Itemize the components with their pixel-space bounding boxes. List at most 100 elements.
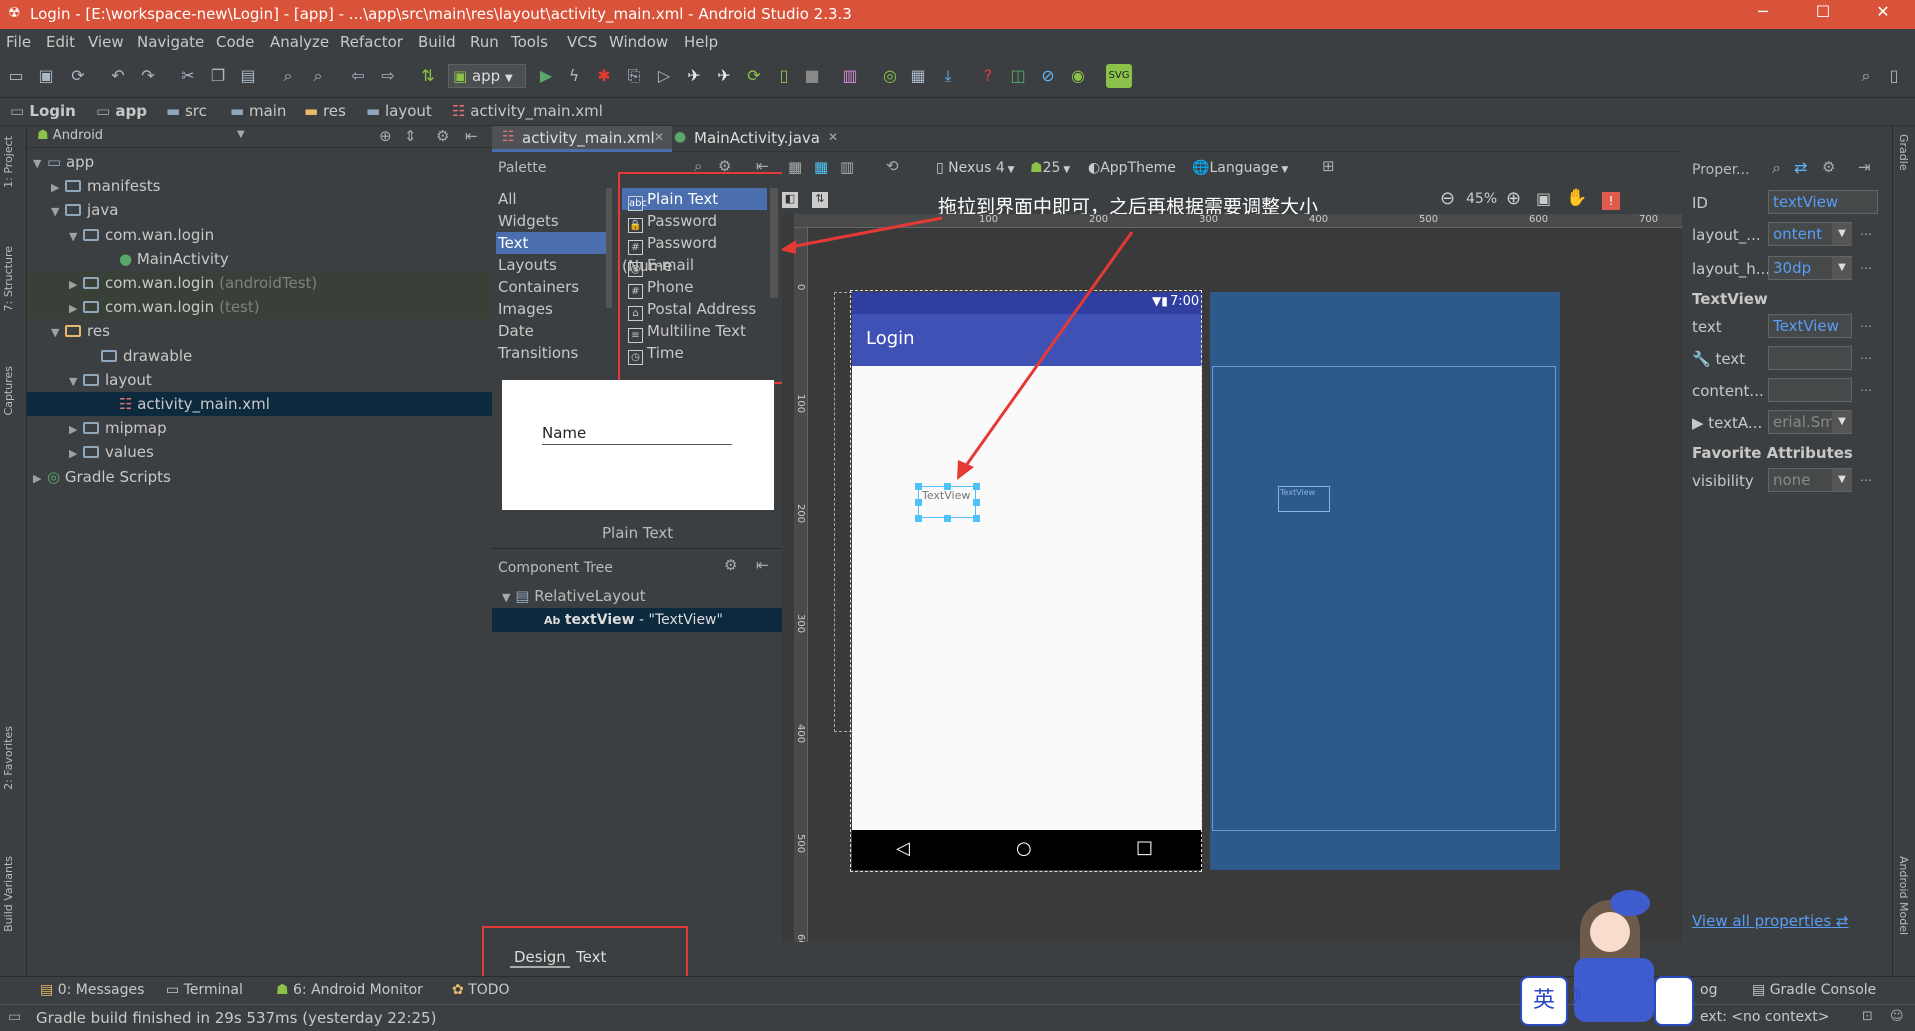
breadcrumb-login[interactable]: ▭ Login [10,102,76,120]
design-canvas[interactable]: ▦ ▦ ▥ ⟲ ▯ Nexus 4 ▼ ☗25 ▼ ◐AppTheme 🌐Lan… [782,152,1682,953]
tab-gradle-console[interactable]: ▤ Gradle Console [1752,982,1876,998]
tab-event-log[interactable]: og [1700,982,1717,998]
more-icon[interactable]: … [1860,348,1872,362]
find-icon[interactable]: ⌕ [276,64,300,88]
more-icon[interactable]: … [1860,316,1872,330]
sync-icon[interactable]: ⟳ [66,64,90,88]
copy-icon[interactable]: ❐ [206,64,230,88]
menu-tools[interactable]: Tools [511,33,548,51]
chevron-down-icon[interactable]: ▼ [69,370,83,394]
search-icon[interactable]: ⌕ [1772,158,1781,178]
tab-build-variants[interactable]: Build Variants [2,856,15,932]
tab-gradle[interactable]: Gradle [1897,134,1910,171]
apply-changes-icon[interactable]: ⟳ [742,64,766,88]
prop-text-field[interactable]: TextView [1768,314,1852,338]
open-folder-icon[interactable]: ▭ [4,64,28,88]
menu-view[interactable]: View [88,33,124,51]
more-icon[interactable]: … [1860,380,1872,394]
tree-node-relativelayout[interactable]: ▼ ▤ RelativeLayout [492,584,782,608]
prop-content-description-field[interactable] [1768,378,1852,402]
palette-category-date[interactable]: Date [496,320,606,342]
chevron-down-icon[interactable]: ▼ [1832,257,1852,279]
scroll-from-source-icon[interactable]: ⊕ [379,127,392,145]
chevron-right-icon[interactable]: ▶ [69,273,83,297]
tab-android-monitor[interactable]: ☗ 6: Android Monitor [276,982,423,998]
close-button[interactable]: ✕ [1860,2,1906,26]
tab-terminal[interactable]: ▭ Terminal [166,982,243,998]
gradle-sync-icon[interactable]: ◎ [878,64,902,88]
tree-node[interactable]: ▶ values [27,440,492,464]
hide-panel-icon[interactable]: ⇥ [1858,158,1871,176]
palette-category-widgets[interactable]: Widgets [496,210,606,232]
chevron-down-icon[interactable]: ▼ [1832,223,1852,245]
chevron-down-icon[interactable]: ▼ [1832,411,1852,433]
tree-node[interactable]: drawable [27,344,492,368]
attach-debugger-icon[interactable]: ⎘ [622,64,646,88]
view-mode-dropdown[interactable]: ☗ Android [37,128,103,143]
menu-navigate[interactable]: Navigate [137,33,204,51]
tab-captures[interactable]: Captures [2,366,15,415]
palette-category-containers[interactable]: Containers [496,276,606,298]
tab-favorites[interactable]: 2: Favorites [2,726,15,790]
tree-node[interactable]: ▶ mipmap [27,416,492,440]
tree-node[interactable]: ☷ activity_main.xml [27,392,492,416]
more-icon[interactable]: … [1860,470,1872,484]
menu-code[interactable]: Code [216,33,254,51]
tool-windows-icon[interactable]: ▭ [8,1009,21,1025]
chevron-right-icon[interactable]: ▶ [33,467,47,491]
tree-node-textview[interactable]: Ab textView - "TextView" [492,608,782,632]
device-icon[interactable]: ▯ [772,64,796,88]
chevron-down-icon[interactable]: ▼ [1832,469,1852,491]
prop-id-field[interactable]: textView [1768,190,1878,214]
back-icon[interactable]: ⇦ [346,64,370,88]
menu-file[interactable]: File [6,33,31,51]
palette-category-transitions[interactable]: Transitions [496,342,606,364]
menu-window[interactable]: Window [609,33,668,51]
palette-category-all[interactable]: All [496,188,606,210]
tab-activity-main[interactable]: ☷ activity_main.xml ✕ [492,126,672,152]
tab-main-activity[interactable]: ● MainActivity.java ✕ [674,126,852,152]
stop-icon[interactable]: ■ [800,64,824,88]
breadcrumb-layout[interactable]: ▬ layout [366,102,432,120]
gear-icon[interactable]: ⚙ [1822,158,1835,176]
palette-category-text[interactable]: Text [496,232,606,254]
tab-todo[interactable]: ✿ TODO [452,982,510,998]
tree-node[interactable]: ▶ com.wan.login (androidTest) [27,271,492,295]
close-icon[interactable]: ✕ [654,130,664,144]
collapse-all-icon[interactable]: ⇕ [404,127,417,145]
apk-analyzer-icon[interactable]: ✈ [712,64,736,88]
menu-build[interactable]: Build [418,33,456,51]
more-icon[interactable]: … [1860,258,1872,272]
chevron-right-icon[interactable]: ▶ [69,297,83,321]
sdk-manager-icon[interactable]: ▦ [906,64,930,88]
chevron-down-icon[interactable]: ▼ [69,225,83,249]
gear-icon[interactable]: ⚙ [436,127,449,145]
chevron-down-icon[interactable]: ▼ [51,321,65,345]
more-icon[interactable]: … [1860,224,1872,238]
tree-node[interactable]: ▼ res [27,319,492,343]
menu-edit[interactable]: Edit [46,33,75,51]
view-all-properties-link[interactable]: View all properties ⇄ [1692,912,1849,930]
replace-icon[interactable]: ⌕ [306,64,330,88]
paste-icon[interactable]: ▤ [236,64,260,88]
hide-panel-icon[interactable]: ⇤ [465,127,478,145]
help-icon[interactable]: ? [976,64,1000,88]
tree-node[interactable]: ● MainActivity [27,247,492,271]
tab-android-model[interactable]: Android Model [1897,856,1910,935]
swap-view-icon[interactable]: ⇄ [1794,158,1807,177]
breadcrumb-file[interactable]: ☷ activity_main.xml [452,102,603,120]
gear-icon[interactable]: ⚙ [724,556,737,574]
make-project-icon[interactable]: ⇅ [416,64,440,88]
palette-category-images[interactable]: Images [496,298,606,320]
menu-refactor[interactable]: Refactor [340,33,403,51]
breadcrumb-src[interactable]: ▬ src [166,102,207,120]
ime-english-icon[interactable]: 英 [1520,976,1568,1026]
breadcrumb-res[interactable]: ▬ res [304,102,346,120]
tree-node[interactable]: ▼ ▭ app [27,150,492,174]
forward-icon[interactable]: ⇨ [376,64,400,88]
breadcrumb-main[interactable]: ▬ main [230,102,286,120]
palette-category-layouts[interactable]: Layouts [496,254,606,276]
debug-icon[interactable]: ✱ [592,64,616,88]
chevron-down-icon[interactable]: ▼ [33,152,47,176]
minimize-button[interactable]: ─ [1740,2,1786,26]
